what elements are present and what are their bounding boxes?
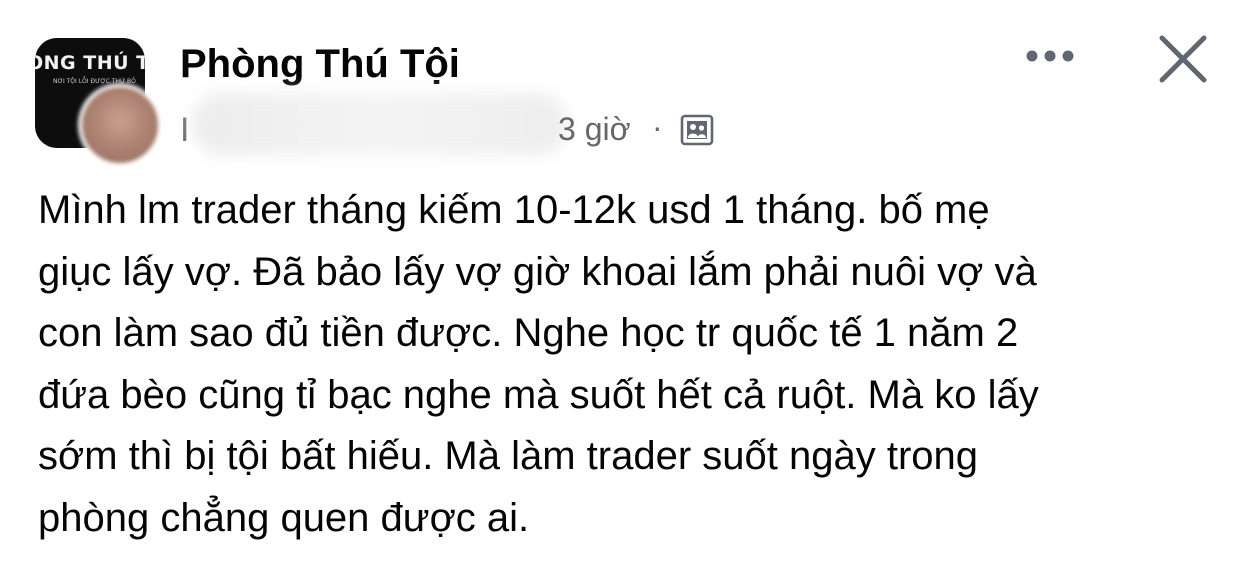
post-meta: I 3 giờ ·	[180, 93, 740, 155]
group-avatar-title: ÒNG THÚ T	[35, 52, 145, 74]
author-name[interactable]: I	[180, 111, 189, 150]
post-text-line: đứa bèo cũng tỉ bạc nghe mà suốt hết cả …	[38, 372, 1039, 417]
post-timestamp[interactable]: 3 giờ	[558, 111, 631, 148]
post-text-line: phòng chẳng quen được ai.	[38, 495, 530, 540]
post-text-line: con làm sao đủ tiền được. Nghe học tr qu…	[38, 311, 1019, 355]
post-text-line: sớm thì bị tội bất hiếu. Mà làm trader s…	[38, 434, 979, 478]
meta-separator: ·	[652, 109, 663, 145]
group-audience-icon	[680, 114, 714, 146]
post-text-line: giục lấy vợ. Đã bảo lấy vợ giờ khoai lắm…	[38, 249, 1037, 294]
post-body-text: Mình lm trader tháng kiếm 10-12k usd 1 t…	[38, 180, 1208, 549]
post-card: ÒNG THÚ T NƠI TỘI LỖI ĐƯỢC THỨ BỎ Phòng …	[0, 0, 1242, 576]
group-name[interactable]: Phòng Thú Tội	[180, 42, 460, 87]
redacted-author-blur	[192, 93, 567, 155]
more-options-icon[interactable]	[1020, 36, 1080, 76]
author-avatar[interactable]	[78, 83, 162, 167]
close-icon[interactable]	[1150, 26, 1216, 92]
post-text-line: Mình lm trader tháng kiếm 10-12k usd 1 t…	[38, 188, 990, 232]
